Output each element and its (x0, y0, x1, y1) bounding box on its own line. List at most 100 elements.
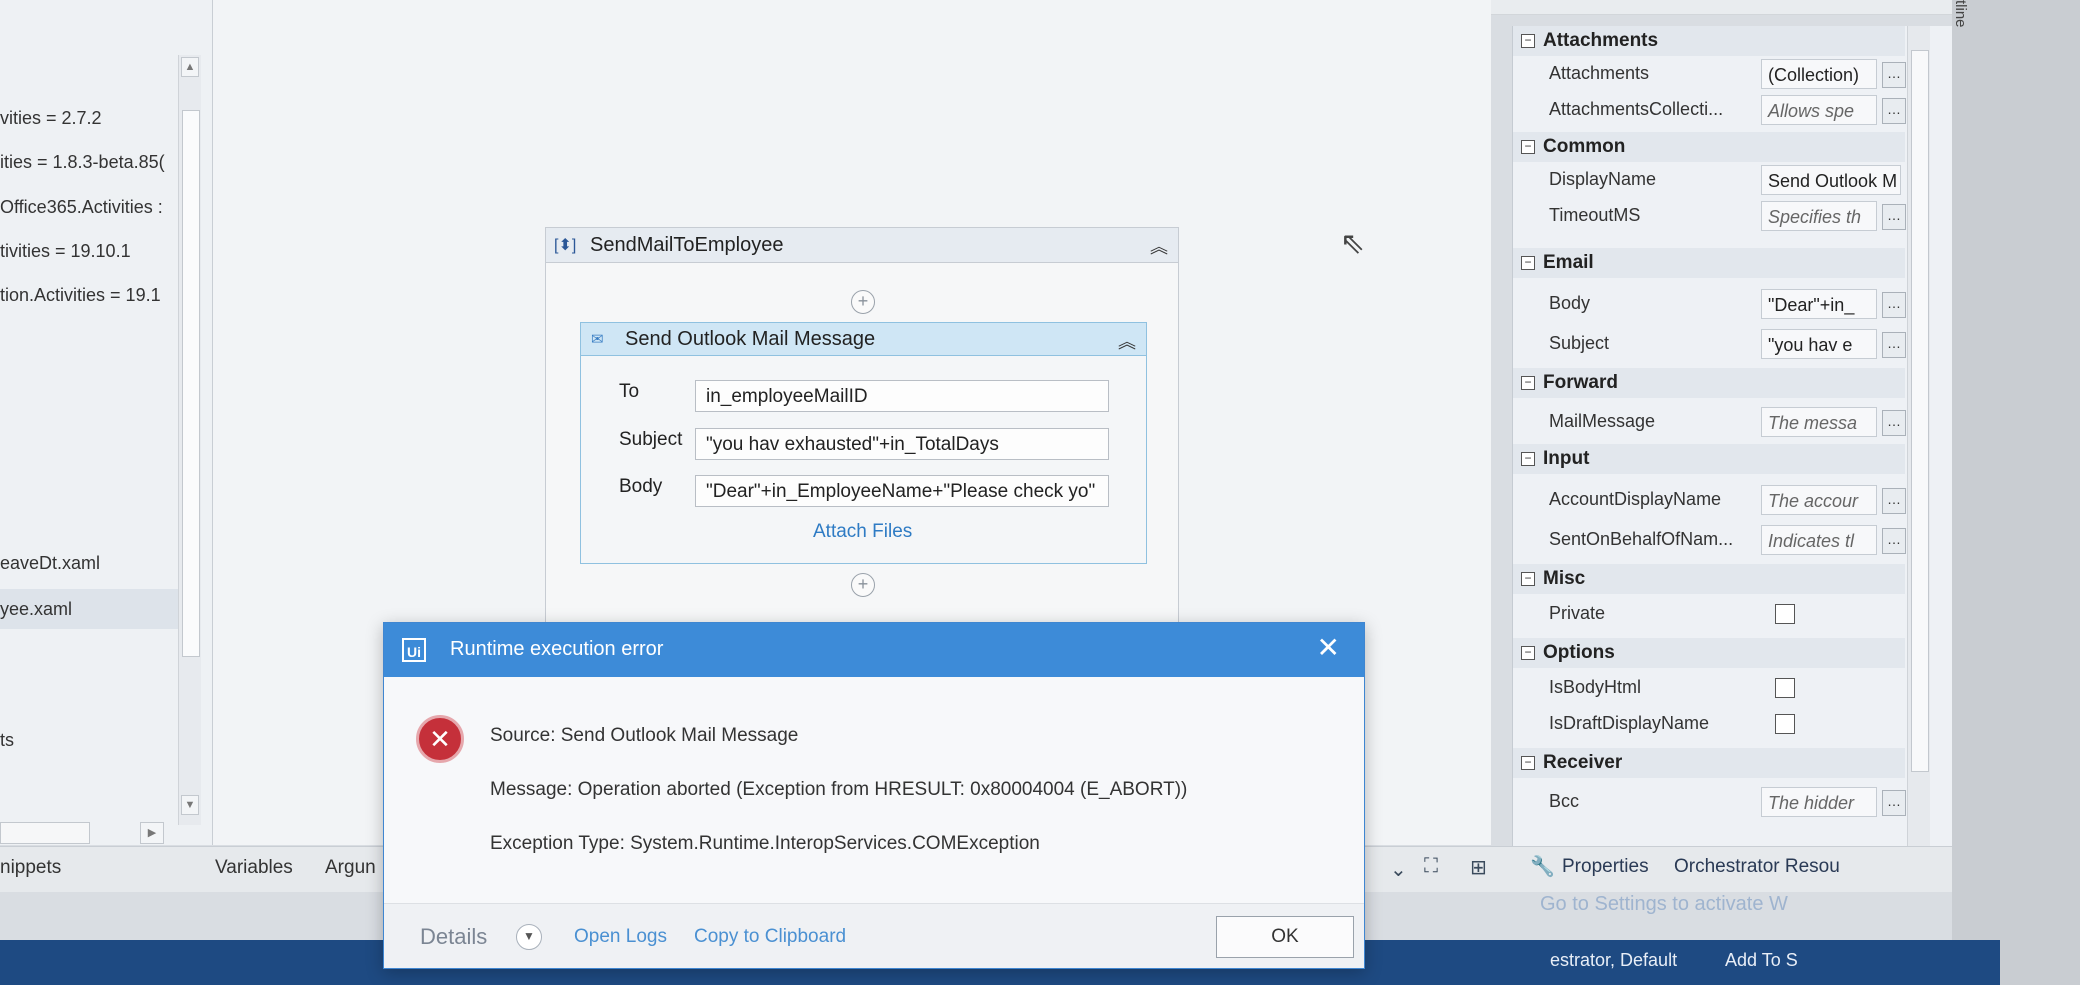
property-row[interactable]: SentOnBehalfOfNam... Indicates tl… (1513, 522, 1906, 558)
tab-arguments[interactable]: Argun (325, 857, 376, 879)
property-row[interactable]: Subject "you hav e… (1513, 326, 1906, 362)
property-row[interactable]: MailMessage The messa… (1513, 404, 1906, 440)
dialog-title-bar: Ui Runtime execution error ✕ (384, 623, 1364, 677)
add-activity-icon[interactable]: + (851, 290, 875, 314)
dependency-item[interactable]: tion.Activities = 19.1 (0, 285, 161, 306)
property-row[interactable]: AttachmentsCollecti... Allows spe… (1513, 92, 1906, 128)
collapse-box-icon[interactable]: − (1521, 376, 1535, 390)
category-misc[interactable]: − Misc (1513, 564, 1905, 594)
category-attachments[interactable]: − Attachments (1513, 26, 1905, 56)
collapse-box-icon[interactable]: − (1521, 756, 1535, 770)
scroll-right-icon[interactable]: ▶ (140, 822, 164, 844)
details-button[interactable]: Details (420, 924, 487, 950)
category-common[interactable]: − Common (1513, 132, 1905, 162)
tab-outline[interactable]: tline (1947, 0, 1969, 40)
send-outlook-mail-activity[interactable]: ✉ Send Outlook Mail Message ︽ To in_empl… (580, 322, 1147, 564)
sequence-header[interactable]: [⬍] SendMailToEmployee ︽ (546, 228, 1178, 263)
property-row[interactable]: Body "Dear"+in_… (1513, 286, 1906, 322)
tab-orchestrator-resources[interactable]: Orchestrator Resou (1674, 856, 1840, 878)
collapse-box-icon[interactable]: − (1521, 256, 1535, 270)
isbodyhtml-checkbox[interactable] (1775, 678, 1795, 698)
property-value[interactable]: "Dear"+in_ (1761, 289, 1877, 319)
collapse-box-icon[interactable]: − (1521, 452, 1535, 466)
add-activity-icon[interactable]: + (851, 573, 875, 597)
ellipsis-button[interactable]: … (1882, 528, 1906, 554)
file-item-selected[interactable]: yee.xaml (0, 589, 178, 629)
category-options[interactable]: − Options (1513, 638, 1905, 668)
dependency-item[interactable]: tivities = 19.10.1 (0, 241, 131, 262)
properties-scrollbar[interactable] (1907, 26, 1930, 846)
property-row[interactable]: TimeoutMS Specifies th… (1513, 198, 1906, 234)
private-checkbox[interactable] (1775, 604, 1795, 624)
property-row[interactable]: DisplayName Send Outlook M (1513, 162, 1905, 198)
tab-properties[interactable]: Properties (1562, 856, 1649, 878)
ok-button[interactable]: OK (1216, 916, 1354, 958)
property-value[interactable]: Indicates tl (1761, 525, 1877, 555)
chevron-down-icon[interactable]: ▼ (516, 924, 542, 950)
property-row[interactable]: IsBodyHtml (1513, 670, 1905, 706)
error-source: Source: Send Outlook Mail Message (490, 725, 799, 746)
property-row[interactable]: IsDraftDisplayName (1513, 706, 1905, 742)
panel-section-label: ts (0, 730, 15, 750)
scroll-thumb[interactable] (182, 110, 200, 657)
category-input[interactable]: − Input (1513, 444, 1905, 474)
add-to-source-control[interactable]: Add To S (1725, 950, 1798, 971)
scroll-down-icon[interactable]: ▼ (181, 795, 199, 815)
ellipsis-button[interactable]: … (1882, 790, 1906, 816)
to-field[interactable]: in_employeeMailID (695, 380, 1109, 412)
close-icon[interactable]: ✕ (1317, 633, 1340, 663)
ellipsis-button[interactable]: … (1882, 292, 1906, 318)
dialog-title: Runtime execution error (450, 638, 664, 660)
scroll-up-icon[interactable]: ▲ (181, 57, 199, 77)
horizontal-scroll-thumb[interactable] (0, 822, 90, 844)
dependency-item[interactable]: ities = 1.8.3-beta.85( (0, 152, 165, 173)
category-receiver[interactable]: − Receiver (1513, 748, 1905, 778)
tab-snippets[interactable]: nippets (0, 857, 61, 879)
category-forward[interactable]: − Forward (1513, 368, 1905, 398)
collapse-box-icon[interactable]: − (1521, 34, 1535, 48)
attach-files-link[interactable]: Attach Files (813, 521, 912, 543)
collapse-box-icon[interactable]: − (1521, 140, 1535, 154)
property-value[interactable]: (Collection) (1761, 59, 1877, 89)
file-item[interactable]: eaveDt.xaml (0, 543, 178, 583)
uipath-logo-icon: Ui (402, 638, 426, 662)
collapse-icon[interactable]: ︽ (1118, 328, 1136, 354)
ellipsis-button[interactable]: … (1882, 98, 1906, 124)
ellipsis-button[interactable]: … (1882, 410, 1906, 436)
property-value[interactable]: The messa (1761, 407, 1877, 437)
orchestrator-status[interactable]: estrator, Default (1550, 950, 1677, 971)
property-value[interactable]: The hidder (1761, 787, 1877, 817)
property-value[interactable]: Send Outlook M (1761, 165, 1901, 195)
ellipsis-button[interactable]: … (1882, 204, 1906, 230)
property-row[interactable]: Bcc The hidder… (1513, 784, 1906, 820)
left-panel-scrollbar[interactable]: ▲ ▼ (178, 55, 201, 825)
property-value[interactable]: Allows spe (1761, 95, 1877, 125)
isdraftdisplayname-checkbox[interactable] (1775, 714, 1795, 734)
property-row[interactable]: AccountDisplayName The accour… (1513, 482, 1906, 518)
property-value[interactable]: "you hav e (1761, 329, 1877, 359)
collapse-icon[interactable]: ︽ (1150, 233, 1168, 259)
activity-header[interactable]: ✉ Send Outlook Mail Message ︽ (581, 323, 1146, 356)
collapse-box-icon[interactable]: − (1521, 572, 1535, 586)
dependency-item[interactable]: vities = 2.7.2 (0, 108, 102, 129)
property-value[interactable]: Specifies th (1761, 201, 1877, 231)
ellipsis-button[interactable]: … (1882, 332, 1906, 358)
copy-to-clipboard-link[interactable]: Copy to Clipboard (694, 926, 846, 948)
dropdown-chevron-icon[interactable]: ⌄ (1390, 857, 1407, 882)
scroll-thumb[interactable] (1911, 50, 1929, 772)
property-row[interactable]: Private (1513, 596, 1905, 632)
collapse-box-icon[interactable]: − (1521, 646, 1535, 660)
property-value[interactable]: The accour (1761, 485, 1877, 515)
open-logs-link[interactable]: Open Logs (574, 926, 667, 948)
ellipsis-button[interactable]: … (1882, 488, 1906, 514)
ellipsis-button[interactable]: … (1882, 62, 1906, 88)
tab-variables[interactable]: Variables (215, 857, 293, 879)
property-row[interactable]: Attachments (Collection)… (1513, 56, 1906, 92)
runtime-error-dialog: Ui Runtime execution error ✕ ✕ Source: S… (383, 622, 1365, 969)
sequence-title: SendMailToEmployee (590, 234, 784, 256)
body-field[interactable]: "Dear"+in_EmployeeName+"Please check yo" (695, 475, 1109, 507)
subject-field[interactable]: "you hav exhausted"+in_TotalDays (695, 428, 1109, 460)
dependency-item[interactable]: Office365.Activities : (0, 197, 163, 218)
category-email[interactable]: − Email (1513, 248, 1905, 278)
error-exception-type: Exception Type: System.Runtime.InteropSe… (490, 833, 1040, 854)
